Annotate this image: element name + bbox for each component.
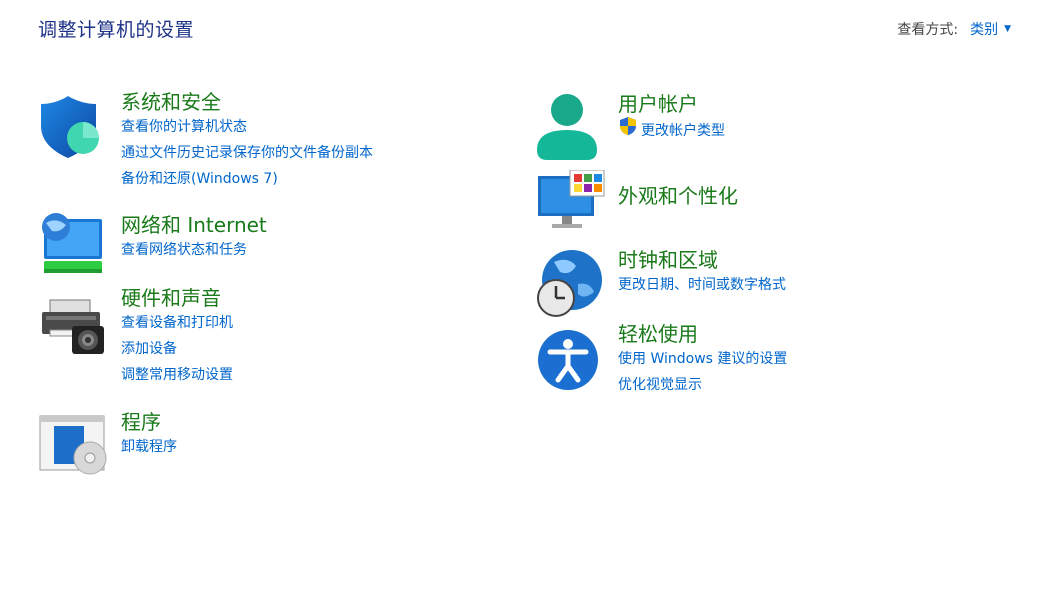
link-recommended-settings[interactable]: 使用 Windows 建议的设置 [618, 346, 787, 372]
link-backup-restore[interactable]: 备份和还原(Windows 7) [121, 166, 373, 192]
heading-network-internet[interactable]: 网络和 Internet [121, 213, 267, 237]
view-by-label: 查看方式: [897, 22, 959, 38]
monitor-icon[interactable] [534, 169, 606, 236]
view-by: 查看方式: 类别 ▼ [897, 19, 1011, 39]
chevron-down-icon[interactable]: ▼ [1004, 24, 1011, 34]
link-optimize-visual[interactable]: 优化视觉显示 [618, 372, 787, 398]
link-date-time-format[interactable]: 更改日期、时间或数字格式 [618, 272, 786, 298]
programs-icon[interactable] [38, 410, 108, 480]
printer-icon[interactable] [38, 286, 108, 360]
heading-system-security[interactable]: 系统和安全 [121, 90, 373, 114]
link-add-device[interactable]: 添加设备 [121, 336, 233, 362]
heading-appearance[interactable]: 外观和个性化 [618, 184, 738, 208]
heading-ease-of-access[interactable]: 轻松使用 [618, 322, 787, 346]
link-view-computer-status[interactable]: 查看你的计算机状态 [121, 114, 373, 140]
heading-user-accounts[interactable]: 用户帐户 [618, 92, 725, 116]
heading-programs[interactable]: 程序 [121, 410, 177, 434]
heading-hardware-sound[interactable]: 硬件和声音 [121, 286, 233, 310]
uac-shield-icon [618, 116, 638, 145]
link-mobility-settings[interactable]: 调整常用移动设置 [121, 362, 233, 388]
shield-icon[interactable] [38, 90, 102, 164]
link-change-account-type[interactable]: 更改帐户类型 [618, 116, 725, 145]
user-icon[interactable] [534, 92, 600, 166]
link-network-status-tasks[interactable]: 查看网络状态和任务 [121, 237, 267, 263]
network-icon[interactable] [38, 213, 106, 281]
link-devices-printers[interactable]: 查看设备和打印机 [121, 310, 233, 336]
clock-globe-icon[interactable] [534, 248, 606, 324]
link-file-history-backup[interactable]: 通过文件历史记录保存你的文件备份副本 [121, 140, 373, 166]
view-by-dropdown[interactable]: 类别 [970, 19, 998, 39]
accessibility-icon[interactable] [534, 322, 602, 394]
page-title: 调整计算机的设置 [38, 19, 195, 41]
link-change-account-type-label: 更改帐户类型 [641, 122, 725, 139]
link-uninstall-program[interactable]: 卸载程序 [121, 434, 177, 460]
heading-clock-region[interactable]: 时钟和区域 [618, 248, 786, 272]
